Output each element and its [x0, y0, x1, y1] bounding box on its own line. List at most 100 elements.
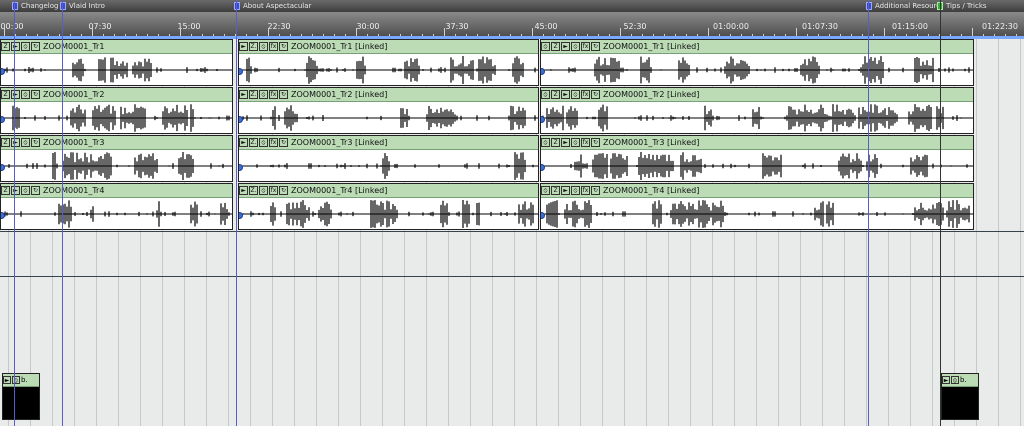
- waveform: [239, 198, 538, 229]
- play-button[interactable]: ►: [11, 186, 20, 195]
- zoom-button[interactable]: Z: [551, 138, 560, 147]
- play-button[interactable]: ►: [239, 138, 248, 147]
- play-button[interactable]: ►: [239, 42, 248, 51]
- loop-icon[interactable]: ↻: [591, 138, 600, 147]
- audio-event-linked[interactable]: ⦸ Z ► ⦸ fx ↻ ZOOM0001_Tr2 [Linked]: [540, 87, 974, 134]
- mute-icon[interactable]: ⦸: [571, 42, 580, 51]
- ruler-label: 52:30: [623, 22, 647, 31]
- loop-icon[interactable]: ↻: [31, 90, 40, 99]
- mute-icon[interactable]: ⦸: [571, 138, 580, 147]
- marker-tips-tricks[interactable]: Tips / Tricks: [937, 0, 987, 12]
- playhead-cursor[interactable]: [940, 0, 941, 426]
- play-button[interactable]: ►: [11, 90, 20, 99]
- grid-line: [998, 39, 999, 426]
- zoom-button[interactable]: Z: [1, 42, 10, 51]
- mute-icon[interactable]: ⦸: [259, 42, 268, 51]
- play-button[interactable]: ►: [3, 376, 11, 384]
- timeline-ruler[interactable]: 00:00 07:30 15:00 22:30 30:00 37:30 45:0…: [0, 12, 1024, 38]
- waveform: [1, 198, 232, 229]
- mute-icon[interactable]: ⦸: [259, 90, 268, 99]
- loop-icon[interactable]: ↻: [279, 138, 288, 147]
- event-label: ZOOM0001_Tr3: [43, 138, 105, 147]
- zoom-button[interactable]: Z: [551, 90, 560, 99]
- fx-icon[interactable]: fx: [581, 90, 590, 99]
- zoom-button[interactable]: Z: [1, 186, 10, 195]
- fx-icon[interactable]: fx: [269, 90, 278, 99]
- audio-event-linked[interactable]: ⦸ Z ► ⦸ fx ↻ ZOOM0001_Tr3 [Linked]: [540, 135, 974, 182]
- marker-about-aspectacular[interactable]: About Aspectacular: [234, 0, 311, 12]
- play-button[interactable]: ►: [561, 138, 570, 147]
- audio-event[interactable]: Z ► ⦸ ↻ ZOOM0001_Tr4: [0, 183, 233, 230]
- event-label: ZOOM0001_Tr2 [Linked]: [603, 90, 700, 99]
- audio-event-linked[interactable]: ► Z. ⦸ fx ↻ ZOOM0001_Tr2 [Linked]: [238, 87, 539, 134]
- zoom-button[interactable]: Z.: [249, 138, 258, 147]
- fx-icon[interactable]: fx: [269, 138, 278, 147]
- fx-icon[interactable]: fx: [581, 42, 590, 51]
- loop-icon[interactable]: ↻: [591, 42, 600, 51]
- loop-icon[interactable]: ↻: [31, 138, 40, 147]
- audio-event-linked[interactable]: ► Z. ⦸ fx ↻ ZOOM0001_Tr1 [Linked]: [238, 39, 539, 86]
- play-button[interactable]: ►: [942, 376, 950, 384]
- marker-vlaid-intro[interactable]: Vlaid Intro: [60, 0, 105, 12]
- waveform-graphic: [1, 200, 232, 228]
- play-button[interactable]: ►: [561, 186, 570, 195]
- marker-additional-resources[interactable]: Additional Resourc: [866, 0, 940, 12]
- marker-label: About Aspectacular: [243, 2, 312, 10]
- mute-icon[interactable]: ⦸: [21, 90, 30, 99]
- audio-event[interactable]: Z ► ⦸ ↻ ZOOM0001_Tr1: [0, 39, 233, 86]
- zoom-button[interactable]: Z.: [249, 186, 258, 195]
- zoom-button[interactable]: Z: [1, 90, 10, 99]
- video-event-start[interactable]: ► ⦸ b.: [2, 373, 40, 420]
- audio-event-linked[interactable]: ► Z. ⦸ fx ↻ ZOOM0001_Tr4 [Linked]: [238, 183, 539, 230]
- play-button[interactable]: ►: [239, 90, 248, 99]
- loop-icon[interactable]: ↻: [31, 42, 40, 51]
- play-button[interactable]: ►: [11, 138, 20, 147]
- video-event-end[interactable]: ► ⦸ b.: [941, 373, 979, 420]
- mute-icon[interactable]: ⦸: [541, 186, 550, 195]
- mute-icon[interactable]: ⦸: [259, 138, 268, 147]
- loop-icon[interactable]: ↻: [279, 42, 288, 51]
- zoom-button[interactable]: Z: [551, 186, 560, 195]
- mute-icon[interactable]: ⦸: [571, 90, 580, 99]
- zoom-button[interactable]: Z.: [249, 42, 258, 51]
- mute-icon[interactable]: ⦸: [541, 42, 550, 51]
- audio-event-linked[interactable]: ⦸ Z ► ⦸ fx ↻ ZOOM0001_Tr4 [Linked]: [540, 183, 974, 230]
- loop-icon[interactable]: ↻: [279, 90, 288, 99]
- play-button[interactable]: ►: [561, 42, 570, 51]
- fx-icon[interactable]: fx: [581, 138, 590, 147]
- zoom-button[interactable]: Z: [1, 138, 10, 147]
- loop-icon[interactable]: ↻: [31, 186, 40, 195]
- marker-label: Additional Resourc: [875, 2, 941, 10]
- mute-icon[interactable]: ⦸: [21, 42, 30, 51]
- loop-icon[interactable]: ↻: [591, 186, 600, 195]
- zoom-button[interactable]: Z.: [249, 90, 258, 99]
- play-button[interactable]: ►: [11, 42, 20, 51]
- mute-icon[interactable]: ⦸: [541, 138, 550, 147]
- mute-icon[interactable]: ⦸: [259, 186, 268, 195]
- audio-event-linked[interactable]: ► Z. ⦸ fx ↻ ZOOM0001_Tr3 [Linked]: [238, 135, 539, 182]
- loop-icon[interactable]: ↻: [279, 186, 288, 195]
- event-label: ZOOM0001_Tr4 [Linked]: [291, 186, 388, 195]
- ruler-label: 01:07:30: [802, 22, 838, 31]
- mute-icon[interactable]: ⦸: [951, 376, 959, 384]
- mute-icon[interactable]: ⦸: [21, 186, 30, 195]
- loop-icon[interactable]: ↻: [591, 90, 600, 99]
- fx-icon[interactable]: fx: [269, 42, 278, 51]
- marker-label: Tips / Tricks: [946, 2, 987, 10]
- marker-changelog[interactable]: Changelog: [12, 0, 58, 12]
- mute-icon[interactable]: ⦸: [541, 90, 550, 99]
- fx-icon[interactable]: fx: [269, 186, 278, 195]
- audio-track-2: Z ► ⦸ ↻ ZOOM0001_Tr2 ► Z. ⦸ fx ↻ ZOOM0001_Tr2 [Li…: [0, 87, 974, 135]
- audio-event[interactable]: Z ► ⦸ ↻ ZOOM0001_Tr3: [0, 135, 233, 182]
- fx-icon[interactable]: fx: [581, 186, 590, 195]
- audio-event-linked[interactable]: ⦸ Z ► ⦸ fx ↻ ZOOM0001_Tr1 [Linked]: [540, 39, 974, 86]
- play-button[interactable]: ►: [561, 90, 570, 99]
- ruler-label: 30:00: [356, 22, 380, 31]
- waveform: [239, 102, 538, 133]
- play-button[interactable]: ►: [239, 186, 248, 195]
- zoom-button[interactable]: Z: [551, 42, 560, 51]
- mute-icon[interactable]: ⦸: [571, 186, 580, 195]
- audio-event[interactable]: Z ► ⦸ ↻ ZOOM0001_Tr2: [0, 87, 233, 134]
- mute-icon[interactable]: ⦸: [21, 138, 30, 147]
- marker-flag-icon: [12, 2, 18, 10]
